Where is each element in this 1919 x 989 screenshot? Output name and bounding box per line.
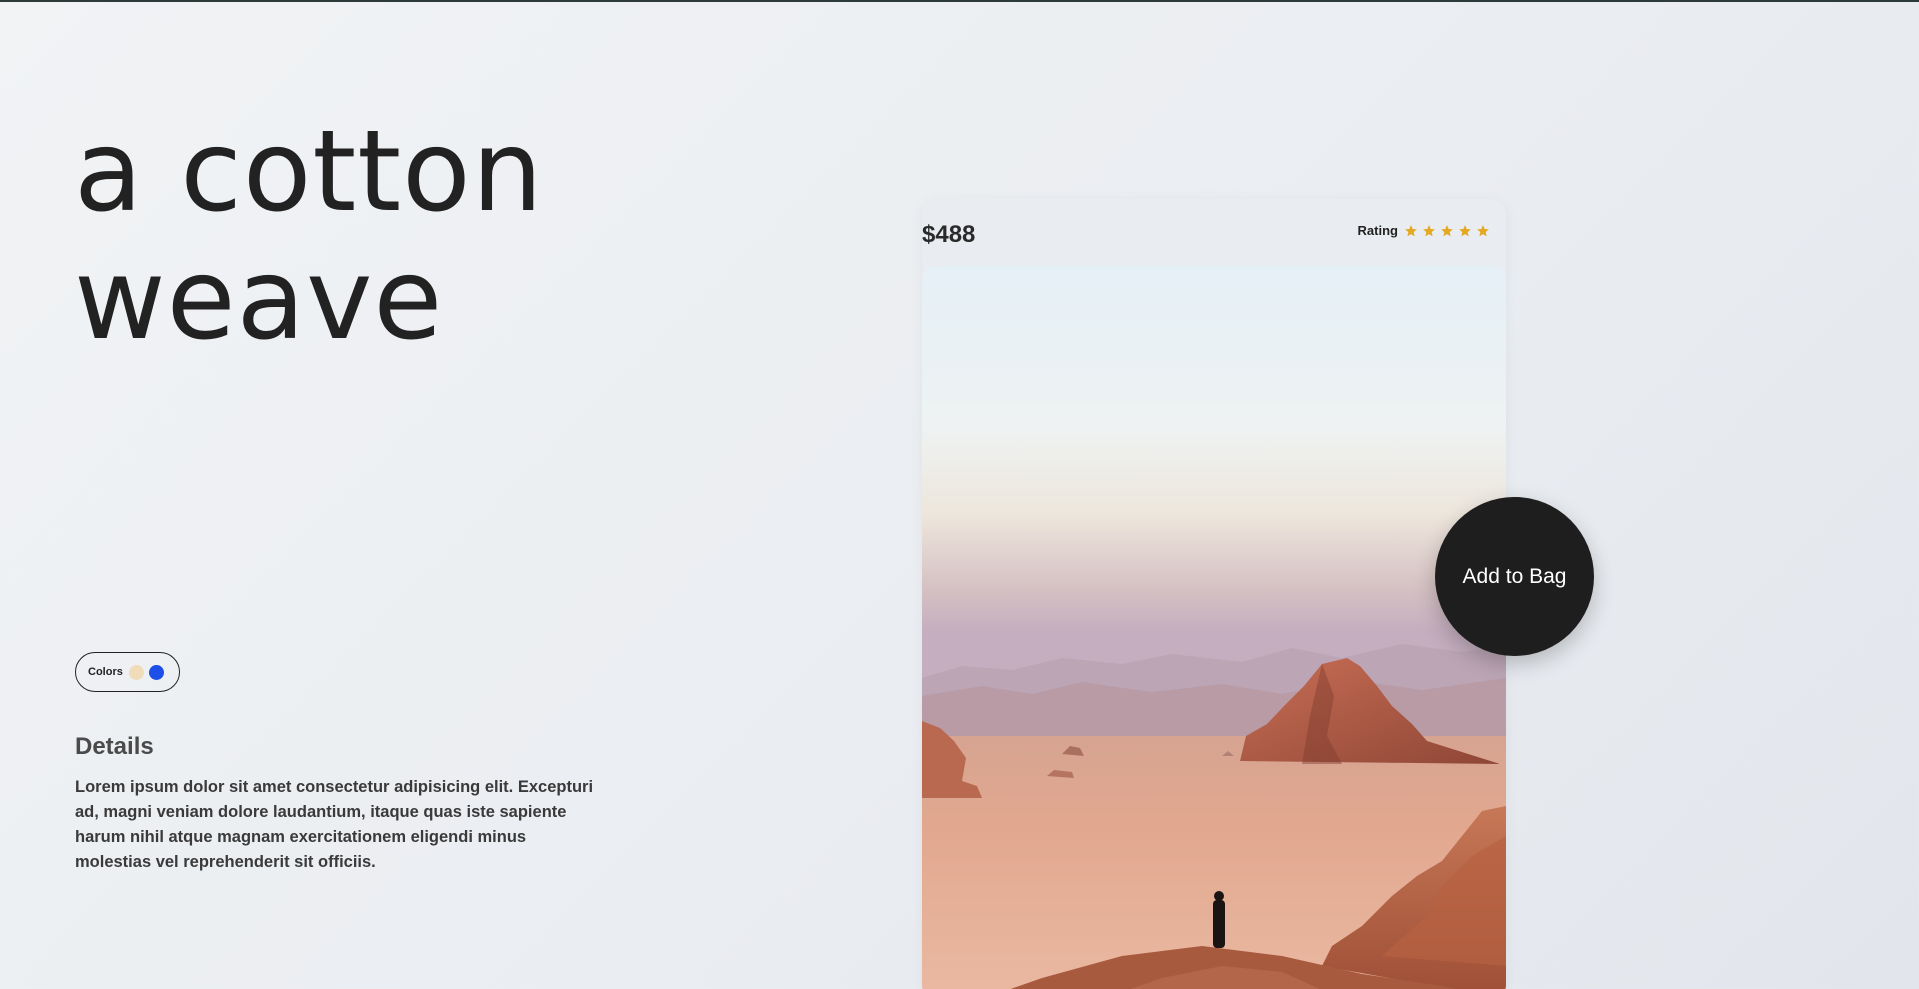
product-image [922, 266, 1506, 989]
color-swatch-cream[interactable] [128, 664, 144, 680]
hero-headline: a cotton weave [74, 108, 544, 364]
details-title: Details [75, 733, 154, 760]
headline-line-2: weave [74, 235, 444, 365]
rating-label: Rating [1357, 223, 1398, 238]
star-icon [1423, 224, 1435, 236]
details-body: Lorem ipsum dolor sit amet consectetur a… [75, 778, 594, 871]
top-rule [0, 0, 1919, 2]
colors-selector[interactable]: Colors [75, 652, 180, 692]
star-icon [1405, 224, 1417, 236]
rating-stars [1404, 224, 1490, 238]
star-icon [1459, 224, 1471, 236]
product-rating: Rating [1358, 223, 1490, 238]
add-to-bag-button[interactable]: Add to Bag [1435, 497, 1594, 656]
color-swatch-blue[interactable] [148, 664, 164, 680]
product-card: $488 Rating [922, 199, 1506, 989]
headline-line-1: a cotton [74, 107, 544, 237]
product-price: $488 [922, 221, 976, 248]
star-icon [1441, 224, 1453, 236]
star-icon [1477, 224, 1489, 236]
colors-label: Colors [88, 666, 123, 678]
